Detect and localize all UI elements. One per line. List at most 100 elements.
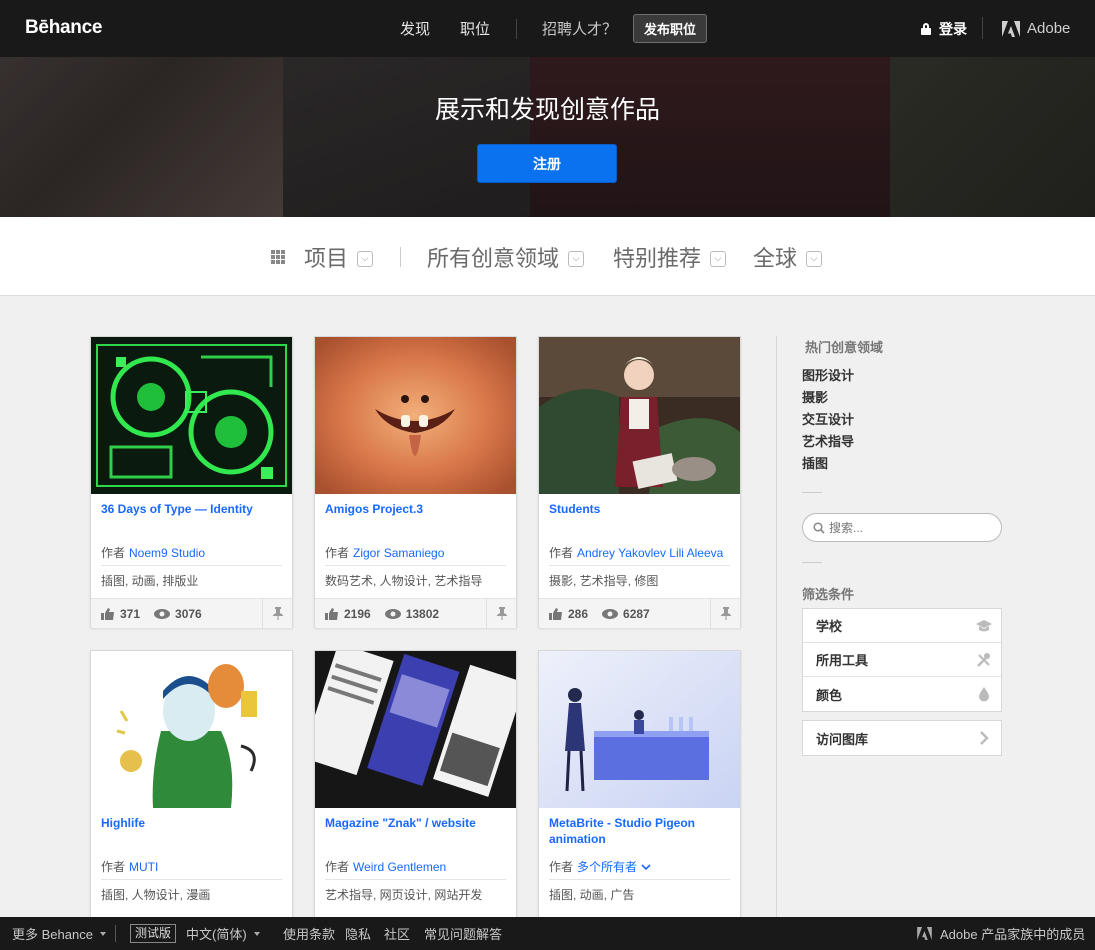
project-card[interactable]: Highlife 作者 MUTI 插图, 人物设计, 漫画 — [90, 650, 293, 920]
behance-logo[interactable]: Bēhance — [25, 17, 102, 39]
likes-count: 2196 — [344, 606, 371, 621]
project-card[interactable]: 36 Days of Type — Identity 作者 Noem9 Studi… — [90, 336, 293, 628]
thumbs-up-icon — [549, 607, 562, 620]
filter-bar: 项目 ⌵ 所有创意领域 ⌵ 特别推荐 ⌵ 全球 ⌵ — [0, 217, 1095, 296]
hero-banner: 展示和发现创意作品 注册 — [0, 57, 1095, 217]
popular-fields-heading: 热门创意领域 — [805, 340, 884, 355]
visit-gallery-link[interactable]: 访问图库 — [803, 721, 1001, 755]
project-fields: 艺术指导, 网页设计, 网站开发 — [325, 888, 483, 902]
popular-field-link[interactable]: 艺术指导 — [802, 431, 854, 450]
footer-privacy[interactable]: 隐私 — [345, 917, 371, 950]
tools-icon — [977, 653, 990, 667]
project-cover[interactable] — [539, 337, 740, 494]
filter-heading: 筛选条件 — [802, 587, 855, 602]
project-cover[interactable] — [315, 337, 516, 494]
project-owner: 作者 MUTI — [101, 860, 159, 874]
droplet-icon — [979, 687, 989, 702]
project-fields: 摄影, 艺术指导, 修图 — [549, 574, 659, 588]
post-job-button[interactable]: 发布职位 — [633, 14, 708, 43]
nav-hire[interactable]: 招聘人才？ — [542, 18, 617, 39]
search-icon — [813, 521, 825, 534]
footer-community[interactable]: 社区 — [384, 917, 410, 950]
chevron-down-icon — [641, 864, 651, 871]
project-owner: 作者 Andrey Yakovlev Lili Aleeva — [549, 546, 724, 560]
footer-terms[interactable]: 使用条款 — [283, 917, 335, 950]
eye-icon — [384, 608, 401, 619]
owner-link[interactable]: MUTI — [129, 860, 158, 874]
owners-dropdown[interactable]: 多个所有者 — [577, 860, 637, 874]
more-behance-menu[interactable]: 更多 Behance — [12, 917, 106, 950]
popular-field-link[interactable]: 交互设计 — [802, 409, 854, 428]
project-title[interactable]: Amigos Project.3 — [325, 501, 510, 517]
project-stats: 371 3076 — [91, 598, 292, 628]
owner-link[interactable]: Andrey Yakovlev Lili Aleeva — [577, 546, 723, 560]
content-filter-label: 项目 — [304, 245, 349, 271]
hero-title: 展示和发现创意作品 — [434, 96, 660, 124]
owner-link[interactable]: Weird Gentlemen — [353, 860, 446, 874]
project-title[interactable]: 36 Days of Type — Identity — [101, 501, 286, 517]
project-owner: 作者 Zigor Samaniego — [325, 546, 445, 560]
eye-icon — [154, 608, 171, 619]
project-cover[interactable] — [91, 651, 292, 808]
chevron-down-icon: ⌵ — [710, 250, 727, 267]
nav-divider-right — [982, 17, 983, 39]
likes-count: 371 — [120, 606, 141, 621]
project-cover[interactable] — [315, 651, 516, 808]
project-title[interactable]: MetaBrite - Studio Pigeon animation — [549, 815, 734, 847]
project-fields: 插图, 动画, 排版业 — [101, 574, 199, 588]
pin-icon — [720, 607, 731, 620]
fields-filter[interactable]: 所有创意领域 ⌵ — [427, 217, 585, 296]
popular-field-link[interactable]: 插图 — [802, 453, 828, 472]
project-owner: 作者 多个所有者 — [549, 858, 651, 875]
filter-divider — [400, 247, 401, 267]
nav-jobs[interactable]: 职位 — [460, 18, 490, 39]
project-title[interactable]: Highlife — [101, 815, 286, 831]
sort-filter[interactable]: 特别推荐 ⌵ — [613, 217, 727, 296]
location-filter[interactable]: 全球 ⌵ — [753, 217, 823, 296]
save-button[interactable] — [262, 599, 292, 628]
content-filter[interactable]: 项目 ⌵ — [271, 217, 374, 296]
filter-school[interactable]: 学校 — [803, 609, 1001, 643]
project-card[interactable]: Magazine "Znak" / website 作者 Weird Gentle… — [314, 650, 517, 920]
popular-field-link[interactable]: 图形设计 — [802, 365, 854, 384]
project-title[interactable]: Magazine "Znak" / website — [325, 815, 510, 831]
language-menu[interactable]: 中文(简体) — [186, 917, 260, 950]
owner-link[interactable]: Noem9 Studio — [129, 546, 205, 560]
nav-discover[interactable]: 发现 — [400, 18, 430, 39]
caret-down-icon — [99, 931, 106, 936]
views-count: 3076 — [175, 606, 202, 621]
thumbs-up-icon — [101, 607, 114, 620]
project-owner: 作者 Weird Gentlemen — [325, 860, 447, 874]
save-button[interactable] — [486, 599, 516, 628]
graduation-cap-icon — [976, 620, 992, 632]
adobe-logo-icon — [1002, 20, 1020, 37]
project-cover[interactable] — [539, 651, 740, 808]
project-title[interactable]: Students — [549, 501, 734, 517]
filter-tools[interactable]: 所用工具 — [803, 643, 1001, 677]
search-input[interactable] — [829, 520, 989, 535]
caret-down-icon — [253, 931, 260, 936]
login-link[interactable]: 登录 — [921, 0, 967, 57]
filter-color[interactable]: 颜色 — [803, 677, 1001, 711]
sidebar-search[interactable] — [802, 513, 1002, 542]
project-card[interactable]: Amigos Project.3 作者 Zigor Samaniego 数码艺术,… — [314, 336, 517, 628]
adobe-link[interactable]: Adobe — [1002, 0, 1070, 57]
owner-link[interactable]: Zigor Samaniego — [353, 546, 444, 560]
project-fields: 插图, 人物设计, 漫画 — [101, 888, 211, 902]
project-cover[interactable] — [91, 337, 292, 494]
signup-button[interactable]: 注册 — [477, 144, 617, 183]
gallery-box: 访问图库 — [802, 720, 1002, 756]
adobe-family-link[interactable]: Adobe 产品家族中的成员 — [917, 917, 1085, 950]
popular-field-link[interactable]: 摄影 — [802, 387, 828, 406]
project-card[interactable]: MetaBrite - Studio Pigeon animation 作者 多个… — [538, 650, 741, 920]
project-card[interactable]: Students 作者 Andrey Yakovlev Lili Aleeva 摄… — [538, 336, 741, 628]
project-owner: 作者 Noem9 Studio — [101, 546, 206, 560]
project-fields: 插图, 动画, 广告 — [549, 888, 635, 902]
footer-faq[interactable]: 常见问题解答 — [424, 917, 502, 950]
likes-count: 286 — [568, 606, 589, 621]
project-stats: 2196 13802 — [315, 598, 516, 628]
beta-badge: 测试版 — [130, 924, 177, 943]
save-button[interactable] — [710, 599, 740, 628]
top-nav: Bēhance 发现 职位 招聘人才？ 发布职位 登录 Adobe — [0, 0, 1095, 57]
adobe-label: Adobe — [1027, 20, 1071, 37]
